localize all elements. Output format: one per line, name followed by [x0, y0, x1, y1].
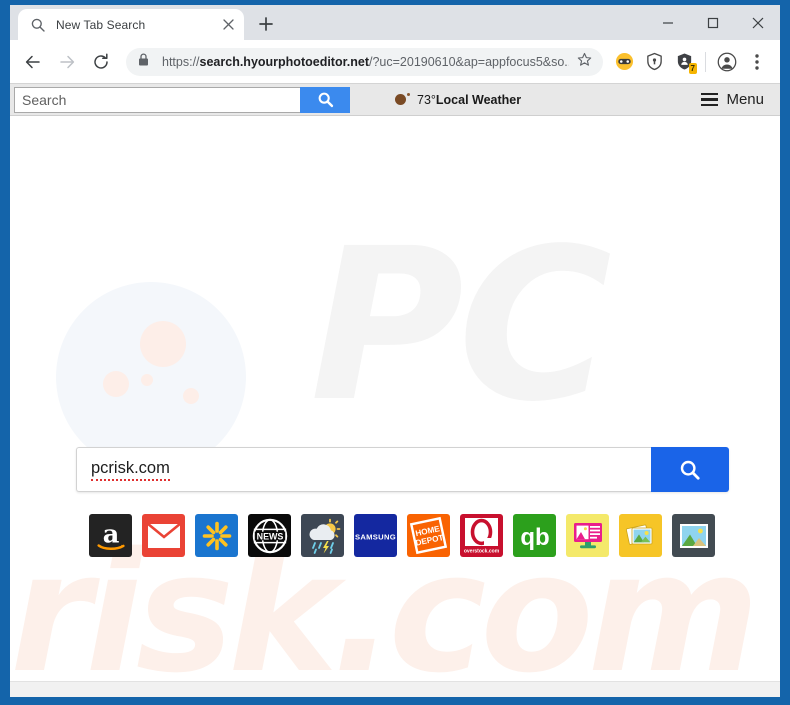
address-bar[interactable]: https://search.hyourphotoeditor.net/?uc=…: [126, 47, 603, 76]
toolbar-search-input[interactable]: Search: [14, 86, 300, 113]
weather-icon: [395, 93, 410, 105]
hijacker-toolbar: Search 73°Local Weather Menu: [10, 84, 780, 116]
minimize-button[interactable]: [645, 6, 690, 40]
tile-photo-frame[interactable]: [672, 514, 715, 557]
tile-amazon[interactable]: a: [89, 514, 132, 557]
maximize-button[interactable]: [690, 6, 735, 40]
close-window-button[interactable]: [735, 6, 780, 40]
url-text: https://search.hyourphotoeditor.net/?uc=…: [162, 55, 569, 69]
star-icon[interactable]: [577, 52, 593, 72]
page-footer: Your Photo Editor Terms Privacy Uninstal…: [10, 681, 780, 697]
tile-samsung[interactable]: SAMSUNG: [354, 514, 397, 557]
close-icon[interactable]: [220, 17, 236, 33]
watermark-dot: [141, 374, 153, 386]
back-arrow-icon[interactable]: [18, 47, 48, 77]
new-tab-button[interactable]: [252, 10, 280, 38]
main-search-input[interactable]: pcrisk.com: [76, 447, 651, 492]
account-avatar-icon[interactable]: [714, 49, 740, 75]
toolbar-menu-button[interactable]: Menu: [701, 91, 772, 108]
watermark-dot: [140, 321, 186, 367]
tile-quickbooks[interactable]: qb: [513, 514, 556, 557]
watermark-pc-text: PC: [310, 203, 612, 448]
emoji-extension-icon[interactable]: [611, 49, 637, 75]
search-icon: [30, 17, 46, 33]
svg-text:NEWS: NEWS: [256, 531, 283, 541]
browser-window: New Tab Search https://search.hyourphoto…: [10, 5, 780, 697]
weather-label: Local Weather: [435, 92, 522, 107]
watermark-dot: [183, 388, 199, 404]
tile-news[interactable]: NEWS: [248, 514, 291, 557]
window-controls: [645, 5, 780, 40]
tile-home-depot[interactable]: HOME DEPOT: [407, 514, 450, 557]
page-content: PC risk.com pcrisk.com a NEWS SAMSUNG HO…: [10, 116, 780, 697]
lock-icon: [138, 52, 152, 71]
toolbar-search-group: Search: [14, 86, 350, 113]
tile-overstock[interactable]: overstock.com: [460, 514, 503, 557]
hamburger-icon: [701, 92, 719, 107]
url-path: /?uc=20190610&ap=appfocus5&so...: [369, 54, 569, 69]
three-dot-menu-icon[interactable]: [744, 49, 770, 75]
weather-text: 73°Local Weather: [417, 93, 521, 107]
tab-strip: New Tab Search: [10, 5, 780, 40]
url-domain: search.hyourphotoeditor.net: [199, 54, 369, 69]
tab-new-tab-search[interactable]: New Tab Search: [18, 9, 244, 40]
main-search-box: pcrisk.com: [76, 447, 729, 492]
tile-gmail[interactable]: [142, 514, 185, 557]
adblock-extension-icon[interactable]: 7: [671, 49, 697, 75]
shield-extension-icon[interactable]: [641, 49, 667, 75]
tab-title: New Tab Search: [56, 17, 146, 32]
main-search-value: pcrisk.com: [91, 459, 170, 481]
weather-temperature: 73°: [417, 92, 436, 107]
svg-text:SAMSUNG: SAMSUNG: [355, 532, 396, 541]
tile-photo-editor-monitor[interactable]: [566, 514, 609, 557]
tile-photo-stack[interactable]: [619, 514, 662, 557]
browser-toolbar: https://search.hyourphotoeditor.net/?uc=…: [10, 40, 780, 84]
toolbar-divider: [705, 51, 706, 72]
shortcut-tiles: a NEWS SAMSUNG HOME DEPOT overstock.com …: [89, 514, 715, 557]
svg-text:overstock.com: overstock.com: [464, 549, 500, 555]
svg-text:qb: qb: [520, 524, 549, 551]
forward-arrow-icon: [52, 47, 82, 77]
toolbar-menu-label: Menu: [726, 91, 764, 108]
watermark-dot: [103, 371, 129, 397]
url-scheme: https://: [162, 54, 200, 69]
toolbar-search-button[interactable]: [300, 86, 350, 113]
background-logo-watermark: [56, 282, 246, 472]
svg-text:a: a: [102, 519, 119, 549]
main-search-button[interactable]: [651, 447, 729, 492]
local-weather-widget[interactable]: 73°Local Weather: [395, 93, 521, 107]
tile-weather[interactable]: [301, 514, 344, 557]
reload-icon[interactable]: [86, 47, 116, 77]
browser-window-frame: New Tab Search https://search.hyourphoto…: [0, 0, 790, 705]
tile-walmart[interactable]: [195, 514, 238, 557]
extension-badge-count: 7: [688, 62, 697, 74]
